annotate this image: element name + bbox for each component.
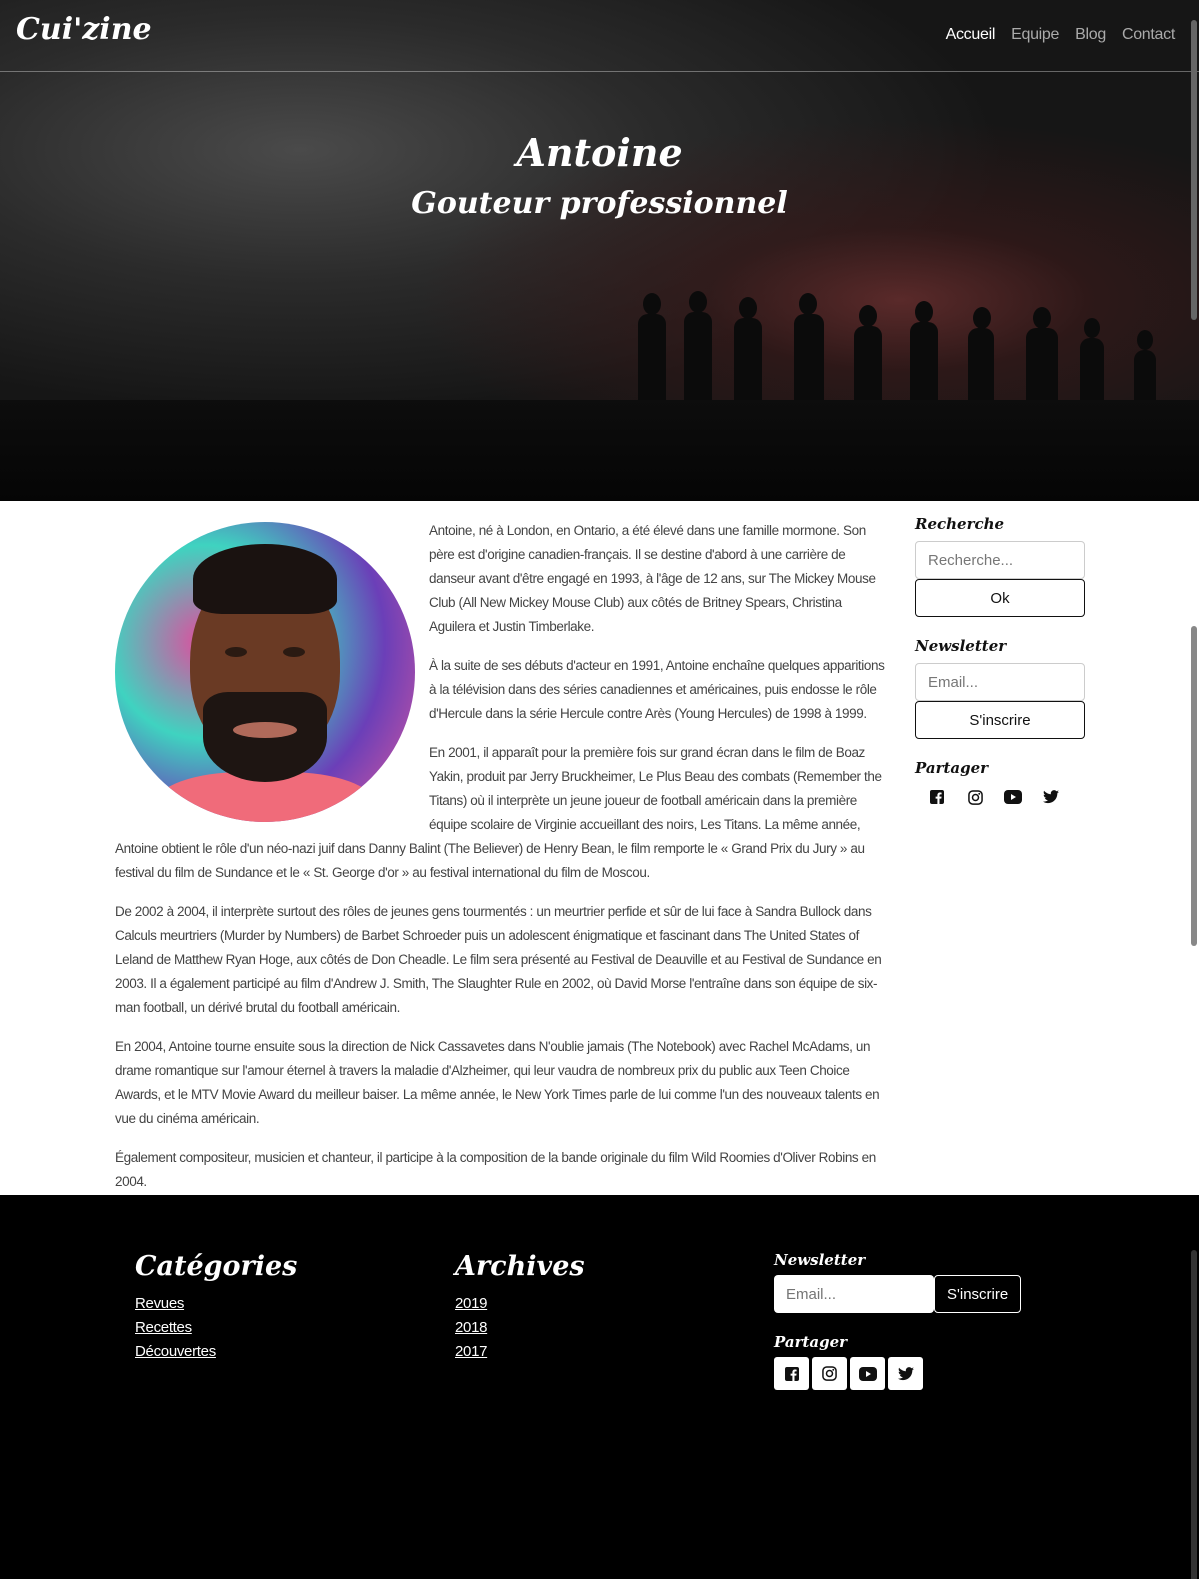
search-button[interactable]: Ok — [915, 579, 1085, 617]
twitter-icon[interactable] — [1039, 785, 1063, 809]
footer-categories: Catégories Revues Recettes Découvertes — [135, 1251, 297, 1364]
nav-menu: Accueil Equipe Blog Contact — [946, 26, 1176, 44]
sidebar: Recherche Ok Newsletter S'inscrire Parta… — [915, 515, 1085, 809]
archives-heading: Archives — [455, 1251, 585, 1282]
share-heading: Partager — [915, 759, 989, 777]
footer: Catégories Revues Recettes Découvertes A… — [0, 1195, 1199, 1579]
newsletter-email-input[interactable] — [915, 663, 1085, 701]
youtube-icon[interactable] — [850, 1357, 885, 1390]
footer-newsletter-heading: Newsletter — [774, 1251, 866, 1269]
archive-link-2017[interactable]: 2017 — [455, 1340, 585, 1364]
nav-link-blog[interactable]: Blog — [1075, 26, 1106, 44]
profile-photo — [115, 522, 415, 822]
footer-newsletter-form: S'inscrire — [774, 1275, 1022, 1313]
hero-grass — [0, 400, 1199, 501]
facebook-icon[interactable] — [925, 785, 949, 809]
nav-link-equipe[interactable]: Equipe — [1011, 26, 1059, 44]
footer-newsletter: Newsletter S'inscrire Partager — [774, 1251, 1022, 1390]
search-input[interactable] — [915, 541, 1085, 579]
categories-heading: Catégories — [135, 1251, 298, 1282]
article-paragraph: En 2004, Antoine tourne ensuite sous la … — [115, 1039, 880, 1126]
article-paragraph: De 2002 à 2004, il interprète surtout de… — [115, 904, 882, 1015]
archive-link-2018[interactable]: 2018 — [455, 1316, 585, 1340]
category-link-decouvertes[interactable]: Découvertes — [135, 1340, 297, 1364]
content-scrollbar[interactable] — [1191, 626, 1197, 946]
youtube-icon[interactable] — [1001, 785, 1025, 809]
nav-link-accueil[interactable]: Accueil — [946, 26, 996, 44]
footer-scrollbar[interactable] — [1191, 1250, 1197, 1579]
brand-logo[interactable]: Cui'zine — [16, 12, 152, 47]
main-content: Antoine, né à London, en Ontario, a été … — [0, 501, 1199, 1195]
nav-link-contact[interactable]: Contact — [1122, 26, 1175, 44]
hero-banner: Cui'zine Accueil Equipe Blog Contact Ant… — [0, 0, 1199, 501]
footer-share-icons — [774, 1357, 1021, 1390]
navbar: Cui'zine Accueil Equipe Blog Contact — [0, 0, 1199, 72]
facebook-icon[interactable] — [774, 1357, 809, 1390]
hero-subtitle: Gouteur professionnel — [411, 186, 788, 221]
article-paragraph: Également compositeur, musicien et chant… — [115, 1150, 876, 1189]
footer-subscribe-button[interactable]: S'inscrire — [934, 1275, 1022, 1313]
instagram-icon[interactable] — [812, 1357, 847, 1390]
category-link-revues[interactable]: Revues — [135, 1292, 297, 1316]
footer-share-heading: Partager — [774, 1333, 848, 1351]
newsletter-subscribe-button[interactable]: S'inscrire — [915, 701, 1085, 739]
biography-article: Antoine, né à London, en Ontario, a été … — [115, 519, 885, 1209]
hero-title: Antoine — [516, 130, 683, 175]
instagram-icon[interactable] — [963, 785, 987, 809]
footer-archives: Archives 2019 2018 2017 — [455, 1251, 585, 1364]
search-heading: Recherche — [915, 515, 1005, 533]
archive-link-2019[interactable]: 2019 — [455, 1292, 585, 1316]
people-silhouettes-image — [638, 291, 1156, 410]
newsletter-heading: Newsletter — [915, 637, 1007, 655]
footer-email-input[interactable] — [774, 1275, 934, 1313]
hero-scrollbar[interactable] — [1191, 20, 1197, 320]
twitter-icon[interactable] — [888, 1357, 923, 1390]
category-link-recettes[interactable]: Recettes — [135, 1316, 297, 1340]
share-icons — [915, 785, 1085, 809]
